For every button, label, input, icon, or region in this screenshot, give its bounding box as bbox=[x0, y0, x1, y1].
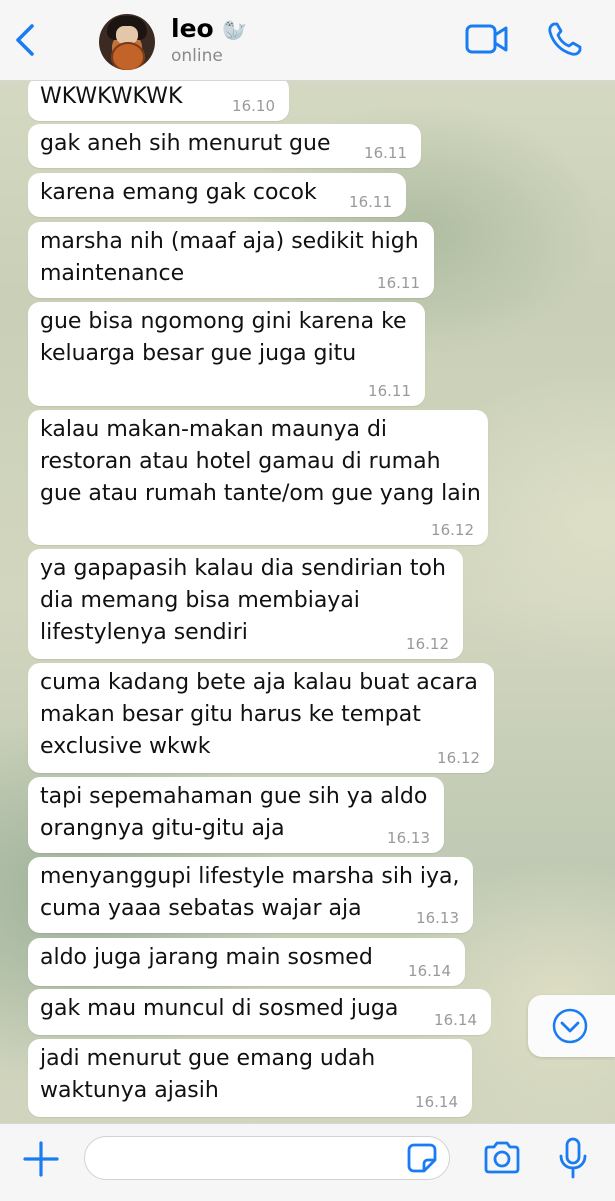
video-call-button[interactable] bbox=[464, 22, 510, 56]
chat-header: leo 🦭 online bbox=[0, 0, 615, 81]
message-timestamp: 16.13 bbox=[387, 829, 430, 847]
chevron-left-icon bbox=[16, 24, 34, 56]
camera-button[interactable] bbox=[482, 1140, 522, 1176]
video-camera-icon bbox=[465, 24, 508, 54]
message-bubble[interactable]: kalau makan-makan maunya di restoran ata… bbox=[28, 410, 488, 545]
message-bubble[interactable]: marsha nih (maaf aja) sedikit high maint… bbox=[28, 222, 434, 298]
contact-emoji: 🦭 bbox=[222, 18, 248, 42]
composer-bar bbox=[0, 1123, 615, 1201]
message-bubble[interactable]: WKWKWKWK 16.10 bbox=[28, 77, 289, 121]
message-bubble[interactable]: menyanggupi lifestyle marsha sih iya, cu… bbox=[28, 857, 473, 933]
message-text: ya gapapasih kalau dia sendirian toh dia… bbox=[40, 556, 446, 645]
scroll-to-bottom-button[interactable] bbox=[528, 995, 615, 1057]
message-text: gak aneh sih menurut gue bbox=[40, 131, 331, 156]
camera-icon bbox=[484, 1141, 520, 1174]
chevron-down-circle-icon bbox=[552, 1008, 588, 1044]
message-text: WKWKWKWK bbox=[40, 84, 183, 109]
message-timestamp: 16.11 bbox=[377, 274, 420, 292]
message-timestamp: 16.10 bbox=[232, 97, 275, 115]
message-text: jadi menurut gue emang udah waktunya aja… bbox=[40, 1046, 376, 1103]
message-timestamp: 16.14 bbox=[434, 1011, 477, 1029]
voice-call-button[interactable] bbox=[545, 19, 585, 59]
message-text: tapi sepemahaman gue sih ya aldo orangny… bbox=[40, 784, 428, 841]
attach-button[interactable] bbox=[22, 1140, 60, 1178]
message-bubble[interactable]: gak mau muncul di sosmed juga 16.14 bbox=[28, 989, 491, 1035]
message-timestamp: 16.12 bbox=[406, 635, 449, 653]
message-timestamp: 16.11 bbox=[349, 193, 392, 211]
voice-message-button[interactable] bbox=[558, 1136, 588, 1180]
message-bubble[interactable]: jadi menurut gue emang udah waktunya aja… bbox=[28, 1039, 472, 1117]
message-text: gak mau muncul di sosmed juga bbox=[40, 996, 399, 1021]
message-text: menyanggupi lifestyle marsha sih iya, cu… bbox=[40, 864, 460, 921]
message-text: kalau makan-makan maunya di restoran ata… bbox=[40, 417, 481, 506]
contact-name[interactable]: leo 🦭 bbox=[171, 14, 247, 43]
message-timestamp: 16.13 bbox=[416, 909, 459, 927]
message-list[interactable]: WKWKWKWK 16.10 gak aneh sih menurut gue 16.… bbox=[0, 0, 615, 1200]
sticker-icon bbox=[407, 1143, 437, 1173]
message-text: gue bisa ngomong gini karena ke keluarga… bbox=[40, 309, 407, 366]
message-bubble[interactable]: karena emang gak cocok 16.11 bbox=[28, 173, 406, 217]
message-bubble[interactable]: cuma kadang bete aja kalau buat acara ma… bbox=[28, 663, 494, 773]
contact-name-text: leo bbox=[171, 14, 214, 43]
message-text: karena emang gak cocok bbox=[40, 180, 317, 205]
message-input[interactable] bbox=[84, 1136, 450, 1180]
contact-status: online bbox=[171, 46, 223, 66]
plus-icon bbox=[23, 1141, 59, 1177]
message-bubble[interactable]: ya gapapasih kalau dia sendirian toh dia… bbox=[28, 549, 463, 659]
contact-avatar[interactable] bbox=[99, 14, 155, 70]
phone-icon bbox=[548, 22, 582, 56]
message-bubble[interactable]: aldo juga jarang main sosmed 16.14 bbox=[28, 938, 465, 986]
message-text: aldo juga jarang main sosmed bbox=[40, 945, 373, 970]
message-timestamp: 16.14 bbox=[415, 1093, 458, 1111]
message-timestamp: 16.12 bbox=[437, 749, 480, 767]
back-button[interactable] bbox=[10, 22, 44, 58]
avatar-basketball bbox=[111, 42, 145, 70]
message-bubble[interactable]: gak aneh sih menurut gue 16.11 bbox=[28, 124, 421, 168]
message-text: marsha nih (maaf aja) sedikit high maint… bbox=[40, 229, 419, 286]
message-bubble[interactable]: gue bisa ngomong gini karena ke keluarga… bbox=[28, 302, 425, 406]
message-timestamp: 16.11 bbox=[364, 144, 407, 162]
message-text: cuma kadang bete aja kalau buat acara ma… bbox=[40, 670, 478, 759]
microphone-icon bbox=[559, 1137, 587, 1179]
message-timestamp: 16.12 bbox=[431, 521, 474, 539]
message-timestamp: 16.14 bbox=[408, 962, 451, 980]
message-timestamp: 16.11 bbox=[368, 382, 411, 400]
sticker-button[interactable] bbox=[406, 1142, 438, 1174]
message-bubble[interactable]: tapi sepemahaman gue sih ya aldo orangny… bbox=[28, 777, 444, 853]
